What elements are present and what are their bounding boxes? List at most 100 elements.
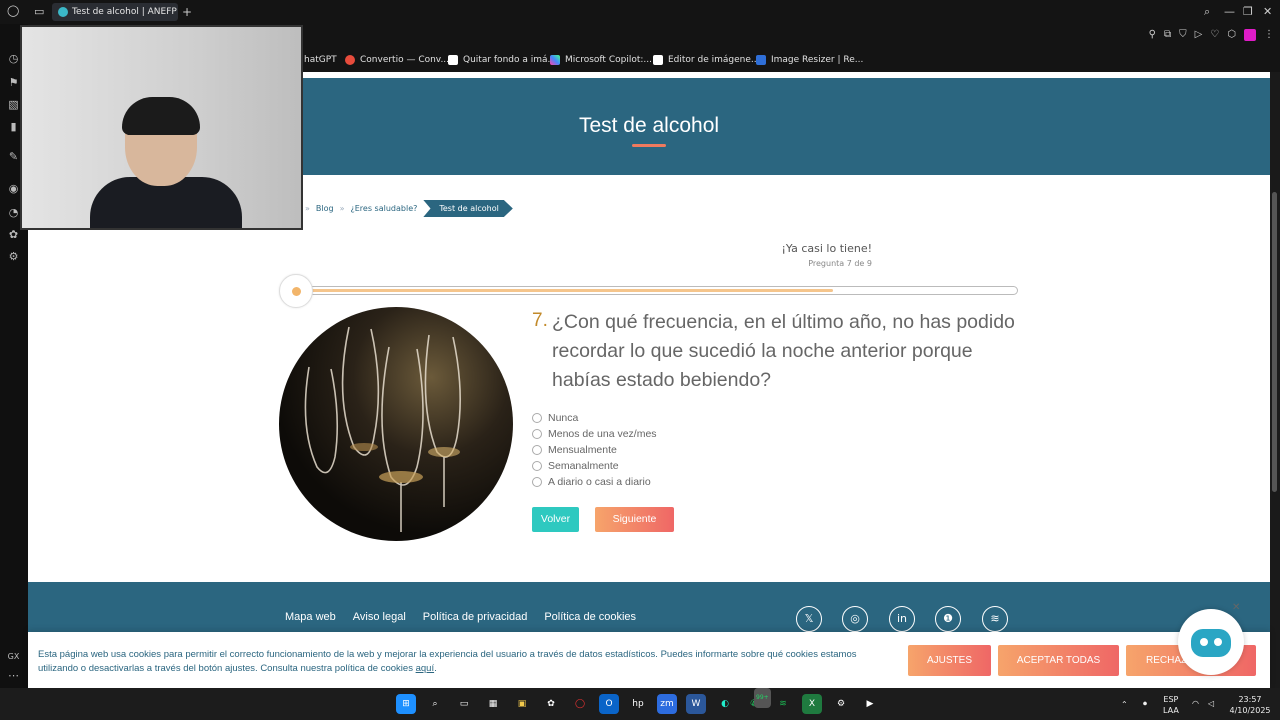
option-label: A diario o casi a diario (548, 476, 651, 488)
wine-glasses-photo (279, 307, 513, 541)
menu-icon[interactable]: ⋮ (1264, 29, 1274, 41)
settings-icon[interactable]: ⚙ (7, 250, 20, 263)
microphone-icon[interactable]: ⏺ (1143, 698, 1147, 709)
cookie-banner: Esta página web usa cookies para permiti… (28, 632, 1270, 688)
tray-chevron-icon[interactable]: ⌃ (1121, 699, 1128, 710)
maximize-icon[interactable]: ❐ (1243, 5, 1253, 19)
volume-icon[interactable]: ◁ (1208, 698, 1214, 709)
radio-button[interactable] (532, 445, 542, 455)
cookie-settings-button[interactable]: AJUSTES (908, 645, 991, 676)
minimize-icon[interactable]: — (1224, 5, 1235, 19)
spotify-icon[interactable]: ≋ (982, 606, 1008, 632)
footer-link-cookies[interactable]: Política de cookies (544, 611, 636, 623)
breadcrumb-separator: » (305, 204, 310, 213)
word-icon[interactable]: W (686, 694, 706, 714)
opera-icon[interactable]: ◉ (7, 182, 20, 195)
info-icon[interactable]: ❶ (935, 606, 961, 632)
puzzle-icon[interactable]: ✿ (7, 228, 20, 241)
radio-button[interactable] (532, 429, 542, 439)
bookmark-item[interactable]: Microsoft Copilot:... (550, 53, 652, 67)
book-icon[interactable]: ▮ (7, 120, 20, 133)
search-icon[interactable]: ⌕ (1204, 5, 1210, 19)
play-icon[interactable]: ▷ (1195, 29, 1203, 41)
accept-all-button[interactable]: ACEPTAR TODAS (998, 645, 1119, 676)
clock[interactable]: 23:57 4/10/2025 (1228, 694, 1272, 716)
instagram-icon[interactable]: ◎ (842, 606, 868, 632)
breadcrumb-blog[interactable]: Blog (316, 204, 334, 213)
webcam-overlay[interactable] (20, 25, 303, 230)
taskbar-apps: ⊞ ⌕ ▭ ▦ ▣ ✿ ◯ O hp zm W ◐ ✆99+ ≋ X ⚙ ▶ (396, 688, 880, 714)
profile-icon[interactable] (1244, 29, 1256, 41)
more-icon[interactable]: ⋯ (7, 669, 20, 682)
linkedin-icon[interactable]: in (889, 606, 915, 632)
pen-icon[interactable]: ✎ (7, 150, 20, 163)
outlook-icon[interactable]: O (599, 694, 619, 714)
pin-icon[interactable]: ⚲ (1149, 29, 1156, 41)
bookmark-label: Microsoft Copilot:... (565, 55, 652, 65)
bag-icon[interactable]: ⚑ (7, 76, 20, 89)
snapshot-icon[interactable]: ⧉ (1164, 29, 1171, 41)
close-window-icon[interactable]: ✕ (1263, 5, 1272, 19)
cookie-policy-link[interactable]: aquí (416, 663, 435, 674)
tab-active[interactable]: Test de alcohol | ANEFP (52, 3, 178, 21)
radio-button[interactable] (532, 461, 542, 471)
radio-button[interactable] (532, 413, 542, 423)
excel-icon[interactable]: X (802, 694, 822, 714)
option-label: Nunca (548, 412, 579, 424)
option-nunca[interactable]: Nunca (532, 410, 657, 426)
option-mensualmente[interactable]: Mensualmente (532, 442, 657, 458)
bookmark-item[interactable]: Convertio — Conv... (345, 53, 449, 67)
clock-icon[interactable]: ◔ (7, 206, 20, 219)
bookmark-label: Image Resizer | Re... (771, 55, 864, 65)
bookmark-item[interactable]: Image Resizer | Re... (756, 53, 863, 67)
option-label: Mensualmente (548, 444, 617, 456)
footer-link-mapa[interactable]: Mapa web (285, 611, 336, 623)
opera-logo-icon[interactable]: ◯ (7, 4, 19, 18)
tab-menu-icon[interactable]: ▭ (34, 5, 44, 19)
option-semanalmente[interactable]: Semanalmente (532, 458, 657, 474)
settings-icon[interactable]: ⚙ (831, 694, 851, 714)
footer-link-aviso[interactable]: Aviso legal (353, 611, 406, 623)
new-tab-button[interactable]: + (182, 4, 192, 20)
extensions-icon[interactable]: ⬡ (1227, 29, 1236, 41)
bookmark-item[interactable]: Editor de imágene... (653, 53, 759, 67)
robot-eye (1214, 638, 1222, 646)
chatbot-close-icon[interactable]: ✕ (1232, 602, 1240, 613)
next-button[interactable]: Siguiente (595, 507, 674, 532)
wifi-icon[interactable]: ◠ (1192, 698, 1199, 709)
whatsapp-icon[interactable]: ✆99+ (744, 688, 771, 714)
opera-gx-icon[interactable]: ◯ (570, 694, 590, 714)
search-icon[interactable]: ⌕ (425, 694, 445, 714)
hp-icon[interactable]: hp (628, 694, 648, 714)
option-menos-mensual[interactable]: Menos de una vez/mes (532, 426, 657, 442)
history-icon[interactable]: ◷ (7, 52, 20, 65)
media-player-icon[interactable]: ▶ (860, 694, 880, 714)
bookmark-label: Editor de imágene... (668, 55, 760, 65)
x-twitter-icon[interactable]: 𝕏 (796, 606, 822, 632)
radio-button[interactable] (532, 477, 542, 487)
copilot-icon[interactable]: ✿ (541, 694, 561, 714)
footer-link-privacidad[interactable]: Política de privacidad (423, 611, 528, 623)
heart-icon[interactable]: ♡ (1210, 29, 1219, 41)
edge-icon[interactable]: ◐ (715, 694, 735, 714)
gx-label: GX (7, 652, 20, 661)
language-indicator[interactable]: ESP LAA (1163, 694, 1179, 716)
option-diario[interactable]: A diario o casi a diario (532, 474, 657, 490)
title-underline (632, 144, 666, 147)
chatbot-widget[interactable] (1178, 609, 1244, 675)
file-explorer-icon[interactable]: ▣ (512, 694, 532, 714)
breadcrumb-saludable[interactable]: ¿Eres saludable? (351, 204, 418, 213)
image-resizer-icon (756, 55, 766, 65)
page-scrollbar[interactable] (1270, 72, 1280, 688)
calculator-icon[interactable]: ▦ (483, 694, 503, 714)
bookmark-item[interactable]: hatGPT (304, 53, 337, 67)
zoom-icon[interactable]: zm (657, 694, 677, 714)
shield-icon[interactable]: ⛉ (1179, 29, 1187, 41)
image-icon[interactable]: ▧ (7, 98, 20, 111)
windows-start-icon[interactable]: ⊞ (396, 694, 416, 714)
bookmark-item[interactable]: Quitar fondo a imá... (448, 53, 556, 67)
spotify-icon[interactable]: ≋ (773, 694, 793, 714)
scrollbar-thumb[interactable] (1272, 192, 1277, 492)
task-view-icon[interactable]: ▭ (454, 694, 474, 714)
back-button[interactable]: Volver (532, 507, 579, 532)
